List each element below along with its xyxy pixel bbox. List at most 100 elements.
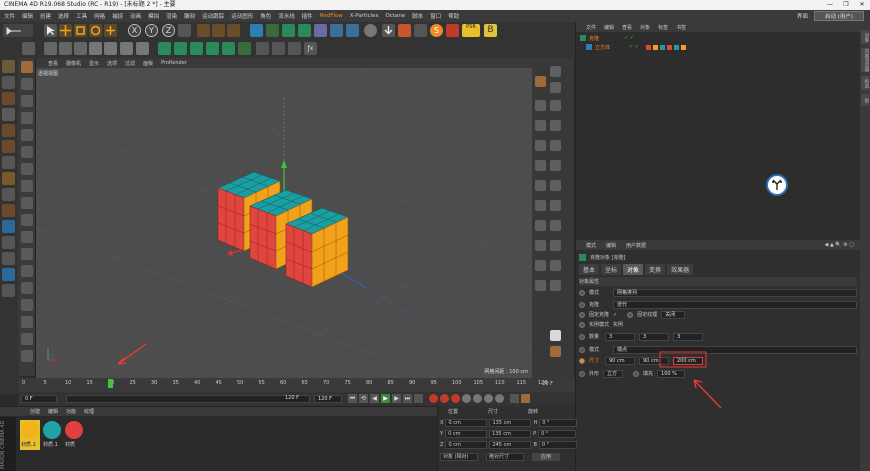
rotation-p-field[interactable]: 0 ° xyxy=(538,429,577,438)
object-row-cloner[interactable]: 克隆 ✓ ✓ xyxy=(580,34,634,42)
menu-item-pipeline[interactable]: 流水线 xyxy=(278,12,295,20)
count-x-field[interactable]: 3 xyxy=(605,332,635,341)
psr-button[interactable]: PSR xyxy=(462,24,480,37)
coordinate-system-icon[interactable] xyxy=(178,24,191,37)
om-menu-bookmarks[interactable]: 书签 xyxy=(676,24,686,31)
strip-tool-3-icon[interactable] xyxy=(535,100,546,111)
size-x-field-coord[interactable]: 135 cm xyxy=(489,418,532,427)
menu-item-snap[interactable]: 捕捉 xyxy=(112,12,123,20)
menu-item-plugins[interactable]: 插件 xyxy=(302,12,313,20)
viewport-menu-display[interactable]: 显示 xyxy=(89,60,99,67)
object-row-cube[interactable]: 立方体 ✓ ✓ xyxy=(586,43,686,51)
sculpt-mode-icon[interactable] xyxy=(2,156,15,169)
viewport-menu-camera[interactable]: 摄像机 xyxy=(66,60,81,67)
size-x-field[interactable]: 90 cm xyxy=(605,356,635,365)
tweak-mode-icon[interactable] xyxy=(104,42,117,55)
fix-clone-radio[interactable] xyxy=(579,311,585,318)
xparticles-icon[interactable] xyxy=(398,24,411,37)
count-y-field[interactable]: 3 xyxy=(639,332,669,341)
strip-tool-9-icon[interactable] xyxy=(535,160,546,171)
paint-icon[interactable] xyxy=(21,316,33,328)
octane-download-icon[interactable] xyxy=(446,24,459,37)
planar-workplane-icon[interactable] xyxy=(2,188,15,201)
mat-menu-function[interactable]: 功能 xyxy=(66,408,76,415)
subdivision-icon[interactable] xyxy=(282,24,295,37)
go-to-start-button[interactable]: ⏮ xyxy=(348,394,357,403)
wax-icon[interactable] xyxy=(21,112,33,124)
playhead-marker[interactable] xyxy=(108,379,113,388)
tab-effectors[interactable]: 效果器 xyxy=(667,264,694,275)
prev-key-button[interactable]: ⟲ xyxy=(359,394,368,403)
next-frame-button[interactable]: ▶ xyxy=(392,394,401,403)
pull-icon[interactable] xyxy=(21,78,33,90)
undo-icon[interactable] xyxy=(3,24,33,37)
menu-item-simulate[interactable]: 模拟 xyxy=(148,12,159,20)
menu-item-mesh[interactable]: 网格 xyxy=(94,12,105,20)
download-icon[interactable] xyxy=(382,24,395,37)
instance-mode-radio[interactable] xyxy=(579,321,585,328)
fill-radio[interactable] xyxy=(633,370,640,377)
cube-material-tags[interactable] xyxy=(645,44,686,50)
function-icon[interactable]: ƒx xyxy=(304,42,317,55)
material-slot-0[interactable]: 材质.2 xyxy=(20,420,40,450)
viewport-menu-panel[interactable]: 面板 xyxy=(143,60,153,67)
strip-tool-22-icon[interactable] xyxy=(550,280,561,291)
polygons-mode-icon[interactable] xyxy=(74,42,87,55)
size-z-field-coord[interactable]: 245 cm xyxy=(489,440,532,449)
am-nav-icons[interactable]: ◀ ▲ 🔍 ⚙ ▢ xyxy=(825,242,854,248)
menu-item-file[interactable]: 文件 xyxy=(4,12,15,20)
clone-dropdown[interactable]: 迭代 xyxy=(613,300,857,309)
grab-icon[interactable] xyxy=(21,180,33,192)
model-mode-icon[interactable] xyxy=(22,42,35,55)
am-menu-edit[interactable]: 编辑 xyxy=(606,242,616,249)
stamp-icon[interactable] xyxy=(21,265,33,277)
floor-icon[interactable] xyxy=(330,24,343,37)
pla-key-button[interactable] xyxy=(510,394,519,403)
shape-radio[interactable] xyxy=(579,370,585,377)
mask-icon[interactable] xyxy=(21,248,33,260)
position-y-field[interactable]: 0 cm xyxy=(445,429,488,438)
layout-dropdown[interactable]: 启动 (用户) xyxy=(813,11,864,21)
select-sculpt-icon[interactable] xyxy=(21,299,33,311)
make-editable-icon[interactable] xyxy=(2,60,15,73)
strip-tool-12-icon[interactable] xyxy=(550,180,561,191)
tab-transform[interactable]: 变换 xyxy=(645,264,666,275)
mograph-effector-icon[interactable] xyxy=(206,42,219,55)
strip-tool-16-icon[interactable] xyxy=(550,220,561,231)
render-view-icon[interactable] xyxy=(197,24,210,37)
b-plugin-icon[interactable]: B xyxy=(484,24,497,37)
sidebar-tab-layers[interactable]: 层 xyxy=(861,94,869,106)
brush-icon[interactable] xyxy=(21,61,33,73)
position-z-field[interactable]: 0 cm xyxy=(445,440,488,449)
pinch-icon[interactable] xyxy=(21,163,33,175)
render-picture-viewer-icon[interactable] xyxy=(212,24,225,37)
fix-texture-radio[interactable] xyxy=(627,311,634,318)
y-axis-lock-button[interactable]: Y xyxy=(145,24,158,37)
menu-item-motion-tracking[interactable]: 运动跟踪 xyxy=(202,12,224,20)
fill-field[interactable]: 100 % xyxy=(657,369,686,378)
strip-tool-10-icon[interactable] xyxy=(550,160,561,171)
menu-item-select[interactable]: 选择 xyxy=(58,12,69,20)
play-button[interactable]: ▶ xyxy=(381,394,390,403)
texture-mode-icon[interactable] xyxy=(2,76,15,89)
menu-item-octane[interactable]: Octane xyxy=(385,13,405,19)
shape-dropdown[interactable]: 立方 xyxy=(603,369,624,378)
maximize-button[interactable]: ❐ xyxy=(838,0,854,10)
strip-tool-15-icon[interactable] xyxy=(535,220,546,231)
paint-brush-icon[interactable] xyxy=(535,76,546,87)
mograph-fracture-icon[interactable] xyxy=(174,42,187,55)
go-to-end-button[interactable]: ⏭ xyxy=(403,394,412,403)
workplane-icon[interactable] xyxy=(2,92,15,105)
perspective-viewport[interactable]: 透视视图 网格间距 : 100 cm ✥ ⟲ ⇲ ▢ xyxy=(36,68,532,378)
sidebar-tab-content-browser[interactable]: 内容浏览器 xyxy=(861,48,869,72)
size-radio[interactable] xyxy=(579,357,585,364)
menu-item-animate[interactable]: 动画 xyxy=(130,12,141,20)
amplify-icon[interactable] xyxy=(21,231,33,243)
cloner-visibility-icons[interactable]: ✓ ✓ xyxy=(624,35,634,41)
om-menu-edit[interactable]: 编辑 xyxy=(604,24,614,31)
render-settings-icon[interactable] xyxy=(227,24,240,37)
menu-item-help[interactable]: 帮助 xyxy=(448,12,459,20)
strip-tool-20-icon[interactable] xyxy=(550,260,561,271)
close-button[interactable]: ✕ xyxy=(854,0,870,10)
viewport-menu-filter[interactable]: 过滤 xyxy=(125,60,135,67)
